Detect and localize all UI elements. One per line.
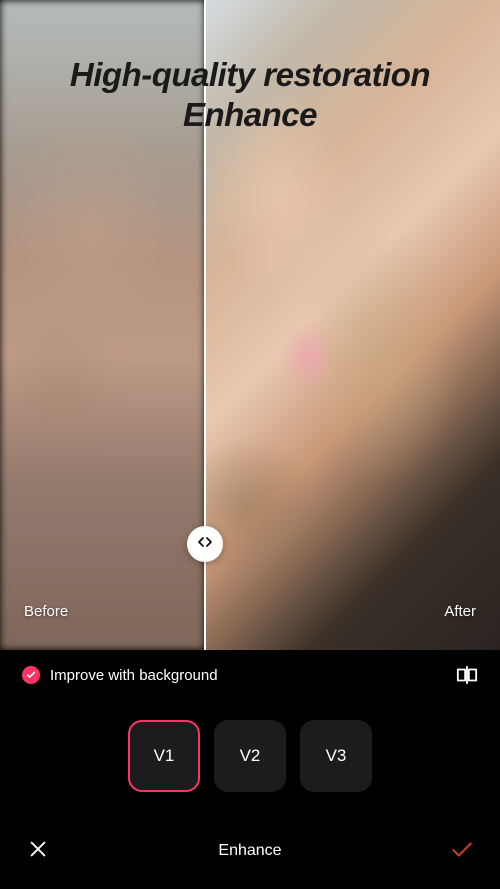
- headline-line2: Enhance: [20, 95, 480, 135]
- version-label: V1: [154, 746, 175, 766]
- checkmark-confirm-icon: [449, 836, 475, 867]
- version-label: V2: [240, 746, 261, 766]
- comparison-slider-handle[interactable]: [187, 526, 223, 562]
- bottom-bar: Enhance: [0, 819, 500, 889]
- version-v3-button[interactable]: V3: [300, 720, 372, 792]
- comparison-image-area: High-quality restoration Enhance Before …: [0, 0, 500, 650]
- slider-arrows-icon: [197, 534, 213, 555]
- version-selector: V1 V2 V3: [0, 696, 500, 816]
- version-label: V3: [326, 746, 347, 766]
- after-label: After: [444, 603, 476, 620]
- confirm-button[interactable]: [448, 837, 476, 865]
- version-v2-button[interactable]: V2: [214, 720, 286, 792]
- close-button[interactable]: [24, 837, 52, 865]
- option-row: Improve with background: [0, 650, 500, 696]
- before-label: Before: [24, 603, 68, 620]
- controls-panel: Improve with background V1 V2 V3: [0, 650, 500, 889]
- headline-line1: High-quality restoration: [20, 55, 480, 95]
- version-v1-button[interactable]: V1: [128, 720, 200, 792]
- checkmark-icon: [22, 666, 40, 684]
- compare-icon: [456, 673, 478, 690]
- close-icon: [27, 838, 49, 865]
- headline: High-quality restoration Enhance: [0, 55, 500, 134]
- bottom-title: Enhance: [218, 842, 281, 860]
- improve-background-label: Improve with background: [50, 667, 218, 684]
- improve-background-toggle[interactable]: Improve with background: [22, 666, 218, 684]
- compare-button[interactable]: [456, 664, 478, 686]
